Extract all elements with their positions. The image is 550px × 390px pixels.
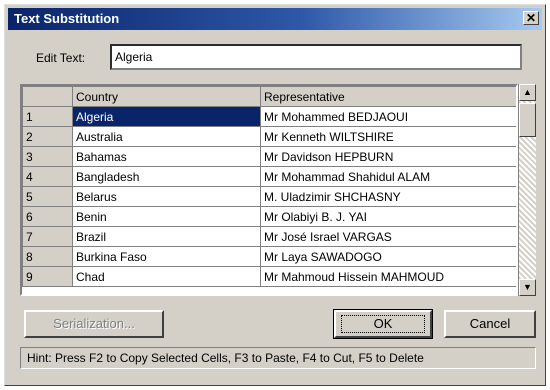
edit-text-input[interactable]: [110, 44, 522, 70]
window-title: Text Substitution: [14, 11, 120, 26]
scroll-thumb[interactable]: [519, 103, 536, 137]
representative-cell[interactable]: Mr José Israel VARGAS: [260, 226, 516, 247]
table-row[interactable]: 5 Belarus M. Uladzimir SHCHASNY: [22, 186, 516, 207]
row-number[interactable]: 5: [22, 186, 73, 207]
ok-button[interactable]: OK: [333, 309, 433, 339]
representative-cell[interactable]: Mr Kenneth WILTSHIRE: [260, 126, 516, 147]
table-row[interactable]: 4 Bangladesh Mr Mohammad Shahidul ALAM: [22, 166, 516, 187]
country-cell[interactable]: Bangladesh: [72, 166, 261, 187]
country-cell[interactable]: Chad: [72, 266, 261, 287]
row-number[interactable]: 2: [22, 126, 73, 147]
table-row[interactable]: 1 Algeria Mr Mohammed BEDJAOUI: [22, 106, 516, 127]
row-number[interactable]: 4: [22, 166, 73, 187]
country-cell[interactable]: Burkina Faso: [72, 246, 261, 267]
serialization-button[interactable]: Serialization...: [24, 310, 164, 338]
column-header-country[interactable]: Country: [72, 86, 261, 107]
row-number[interactable]: 7: [22, 226, 73, 247]
row-number[interactable]: 1: [22, 106, 73, 127]
country-cell[interactable]: Australia: [72, 126, 261, 147]
representative-cell[interactable]: Mr Laya SAWADOGO: [260, 246, 516, 267]
country-cell[interactable]: Algeria: [72, 106, 261, 127]
column-header-representative[interactable]: Representative: [260, 86, 516, 107]
representative-cell[interactable]: Mr Mohammad Shahidul ALAM: [260, 166, 516, 187]
grid-corner-header[interactable]: [22, 86, 73, 107]
table-row[interactable]: 2 Australia Mr Kenneth WILTSHIRE: [22, 126, 516, 147]
row-number[interactable]: 6: [22, 206, 73, 227]
close-icon[interactable]: ✕: [523, 11, 539, 25]
country-cell[interactable]: Belarus: [72, 186, 261, 207]
table-row[interactable]: 7 Brazil Mr José Israel VARGAS: [22, 226, 516, 247]
table-row[interactable]: 6 Benin Mr Olabiyi B. J. YAI: [22, 206, 516, 227]
cancel-button[interactable]: Cancel: [444, 310, 536, 338]
vertical-scrollbar[interactable]: ▲ ▼: [518, 84, 536, 296]
representative-cell[interactable]: Mr Olabiyi B. J. YAI: [260, 206, 516, 227]
substitution-grid: Country Representative 1 Algeria Mr Moha…: [20, 84, 518, 296]
hint-status-bar: Hint: Press F2 to Copy Selected Cells, F…: [20, 347, 536, 369]
representative-cell[interactable]: Mr Davidson HEPBURN: [260, 146, 516, 167]
representative-cell[interactable]: Mr Mohammed BEDJAOUI: [260, 106, 516, 127]
table-row[interactable]: 3 Bahamas Mr Davidson HEPBURN: [22, 146, 516, 167]
table-row[interactable]: 8 Burkina Faso Mr Laya SAWADOGO: [22, 246, 516, 267]
table-row[interactable]: 9 Chad Mr Mahmoud Hissein MAHMOUD: [22, 266, 516, 287]
scroll-down-icon[interactable]: ▼: [519, 279, 536, 296]
title-bar[interactable]: Text Substitution ✕: [8, 8, 542, 30]
country-cell[interactable]: Brazil: [72, 226, 261, 247]
ok-button-label: OK: [341, 315, 425, 333]
representative-cell[interactable]: Mr Mahmoud Hissein MAHMOUD: [260, 266, 516, 287]
representative-cell[interactable]: M. Uladzimir SHCHASNY: [260, 186, 516, 207]
edit-text-label: Edit Text:: [36, 51, 86, 65]
scroll-up-icon[interactable]: ▲: [519, 84, 536, 101]
row-number[interactable]: 3: [22, 146, 73, 167]
row-number[interactable]: 9: [22, 266, 73, 287]
country-cell[interactable]: Benin: [72, 206, 261, 227]
row-number[interactable]: 8: [22, 246, 73, 267]
country-cell[interactable]: Bahamas: [72, 146, 261, 167]
